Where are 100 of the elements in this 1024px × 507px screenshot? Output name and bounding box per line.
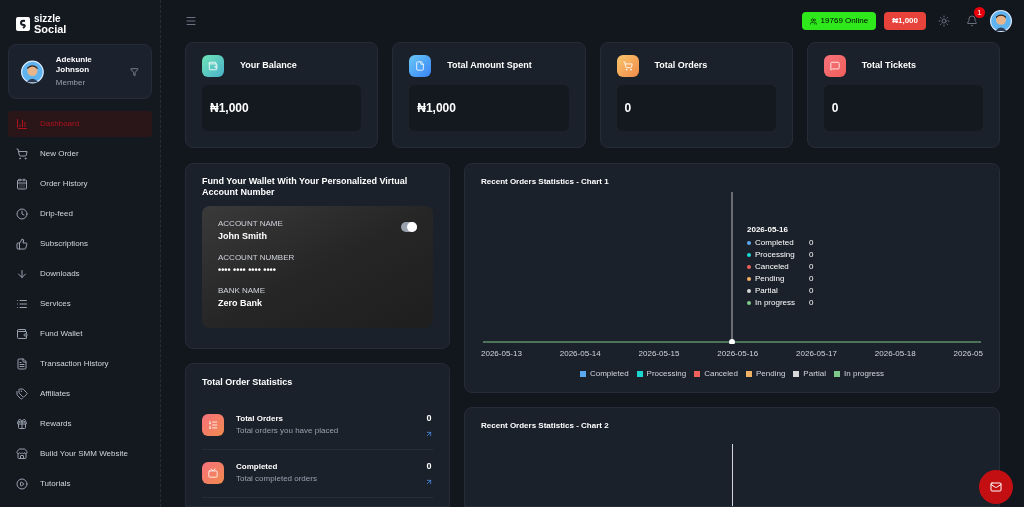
row-subtitle: Total orders you have placed — [236, 425, 340, 437]
stat-value-box: ₦1,000 — [202, 85, 362, 131]
axis-label: 2026-05-17 — [796, 348, 837, 360]
mail-icon — [990, 481, 1002, 493]
series-name: Completed — [755, 238, 795, 248]
filter-icon[interactable] — [130, 66, 139, 77]
chat-icon — [823, 55, 846, 77]
legend-label[interactable]: Canceled — [704, 368, 738, 380]
theme-icon[interactable] — [938, 15, 950, 27]
document-icon — [16, 358, 28, 370]
sidebar-item[interactable]: Fund Wallet — [8, 321, 152, 347]
online-badge[interactable]: 19769 Online — [801, 12, 877, 30]
balance-badge[interactable]: ₦1,000 — [884, 12, 926, 30]
legend-label[interactable]: Partial — [803, 368, 827, 380]
stat-value-box: ₦1,000 — [409, 85, 569, 131]
legend-label[interactable]: Pending — [756, 368, 786, 380]
list-icon — [202, 414, 224, 436]
thumbs-up-icon — [16, 238, 28, 250]
row-subtitle: Total completed orders — [236, 473, 318, 485]
axis-label: 2026-05-16 — [717, 348, 759, 360]
toggle-switch[interactable] — [401, 222, 417, 232]
series-name: Processing — [755, 250, 796, 260]
stat-value-box: 0 — [823, 85, 983, 131]
axis-label: 2026-05-13 — [481, 348, 522, 360]
arrow-icon[interactable] — [425, 429, 433, 438]
notification-count: 1 — [974, 7, 985, 18]
wallet-icon — [16, 328, 28, 340]
logo-text: Social — [34, 24, 67, 34]
card-title: Fund Your Wallet With Your Personalized Virtual Account Number — [202, 176, 409, 198]
stat-value-box: 0 — [616, 85, 776, 131]
axis-label: 2026-05 — [953, 348, 983, 360]
stat-title: Total Orders — [654, 59, 708, 73]
legend-label[interactable]: Completed — [589, 368, 629, 380]
sidebar-item[interactable]: Build Your SMM Website — [8, 441, 152, 467]
series-value: 0 — [809, 238, 814, 248]
sidebar-item[interactable]: New Order — [8, 141, 152, 167]
axis-label: 2026-05-15 — [638, 348, 680, 360]
chart-title: Recent Orders Statistics - Chart 2 — [481, 420, 610, 432]
axis-label: 2026-05-14 — [559, 348, 601, 360]
series-name: Pending — [755, 274, 786, 284]
field-label: ACCOUNT NUMBER — [218, 251, 295, 264]
sidebar-item[interactable]: Order History — [8, 171, 152, 197]
notification-icon[interactable] — [966, 15, 978, 27]
logo-text: sizzle — [34, 14, 62, 24]
row-title: Completed — [236, 461, 279, 473]
field-label: ACCOUNT NAME — [218, 218, 283, 230]
chart-title: Recent Orders Statistics - Chart 1 — [481, 176, 610, 188]
card-title: Total Order Statistics — [202, 376, 294, 389]
sidebar-item[interactable]: Services — [8, 291, 152, 317]
series-value: 0 — [809, 262, 814, 272]
stat-title: Your Balance — [240, 59, 297, 73]
series-name: In progress — [755, 298, 797, 308]
series-name: Canceled — [755, 262, 790, 272]
row-value: 0 — [426, 412, 432, 426]
legend-label[interactable]: Processing — [646, 368, 687, 380]
user-role: Member — [55, 76, 87, 89]
field-label: BANK NAME — [218, 285, 266, 297]
series-value: 0 — [809, 250, 814, 260]
series-value: 0 — [809, 286, 814, 296]
sidebar-item[interactable]: Downloads — [8, 261, 152, 287]
menu-icon[interactable] — [185, 15, 197, 27]
bar-chart-icon — [16, 118, 28, 130]
logo-icon — [16, 17, 30, 31]
document-icon — [409, 55, 432, 77]
avatar-icon — [990, 10, 1012, 32]
message-button[interactable] — [979, 470, 1013, 504]
row-value: 0 — [426, 460, 432, 474]
calendar-icon — [16, 178, 28, 190]
cursor-line — [731, 444, 733, 506]
cart-icon — [16, 148, 28, 160]
sidebar-item[interactable]: Drip-feed — [8, 201, 152, 227]
sidebar-item[interactable]: Subscriptions — [8, 231, 152, 257]
legend-label[interactable]: In progress — [844, 368, 885, 380]
wallet-icon — [202, 55, 224, 77]
field-value: •••• •••• •••• •••• — [218, 263, 276, 277]
arrow-down-icon — [16, 268, 28, 280]
cart-icon — [616, 55, 639, 77]
sidebar-item[interactable]: Affiliates — [8, 381, 152, 407]
axis-label: 2026-05-18 — [874, 348, 916, 360]
sidebar-item[interactable]: Rewards — [8, 411, 152, 437]
series-value: 0 — [809, 274, 814, 284]
play-icon — [16, 478, 28, 490]
clock-icon — [16, 208, 28, 220]
tooltip-date: 2026-05-16 — [747, 224, 789, 236]
field-value: Zero Bank — [218, 297, 262, 310]
users-icon — [809, 17, 817, 25]
gift-icon — [16, 418, 28, 430]
field-value: John Smith — [218, 230, 267, 243]
arrow-icon[interactable] — [425, 477, 433, 486]
tags-icon — [16, 388, 28, 400]
sidebar-item[interactable]: Tutorials — [8, 471, 152, 497]
list-icon — [16, 298, 28, 310]
row-title: Total Orders — [236, 413, 284, 425]
user-name: Adekunle Johnson — [55, 54, 93, 75]
stat-title: Total Amount Spent — [447, 59, 532, 73]
avatar-icon — [21, 58, 44, 85]
sidebar-item[interactable]: Transaction History — [8, 351, 152, 377]
series-name: Partial — [755, 286, 779, 296]
stat-title: Total Tickets — [861, 59, 916, 73]
store-icon — [16, 448, 28, 460]
